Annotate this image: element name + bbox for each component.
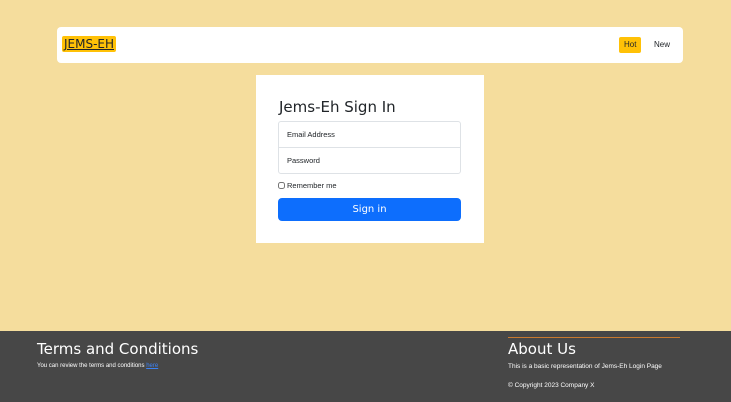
nav-hot-link[interactable]: Hot	[619, 37, 642, 53]
nav-new-link[interactable]: New	[649, 37, 675, 53]
remember-me-label: Remember me	[287, 181, 337, 190]
login-title: Jems-Eh Sign In	[279, 98, 396, 116]
terms-title: Terms and Conditions	[37, 340, 199, 358]
remember-me[interactable]: Remember me	[278, 181, 337, 190]
terms-text: You can review the terms and conditions …	[37, 363, 158, 369]
copyright: © Copyright 2023 Company X	[508, 382, 595, 389]
remember-me-checkbox[interactable]	[278, 182, 285, 189]
terms-description: You can review the terms and conditions	[37, 363, 147, 369]
login-card: Jems-Eh Sign In Remember me Sign in	[256, 75, 484, 243]
footer-divider	[508, 337, 680, 338]
about-text: This is a basic representation of Jems-E…	[508, 363, 662, 370]
navbar: JEMS-EH Hot New	[57, 27, 683, 63]
email-input[interactable]	[278, 121, 461, 148]
about-title: About Us	[508, 340, 576, 358]
footer: Terms and Conditions You can review the …	[0, 331, 731, 402]
sign-in-button[interactable]: Sign in	[278, 198, 461, 221]
brand-link[interactable]: JEMS-EH	[62, 36, 117, 52]
password-input[interactable]	[278, 147, 461, 174]
terms-link[interactable]: here	[146, 363, 158, 369]
